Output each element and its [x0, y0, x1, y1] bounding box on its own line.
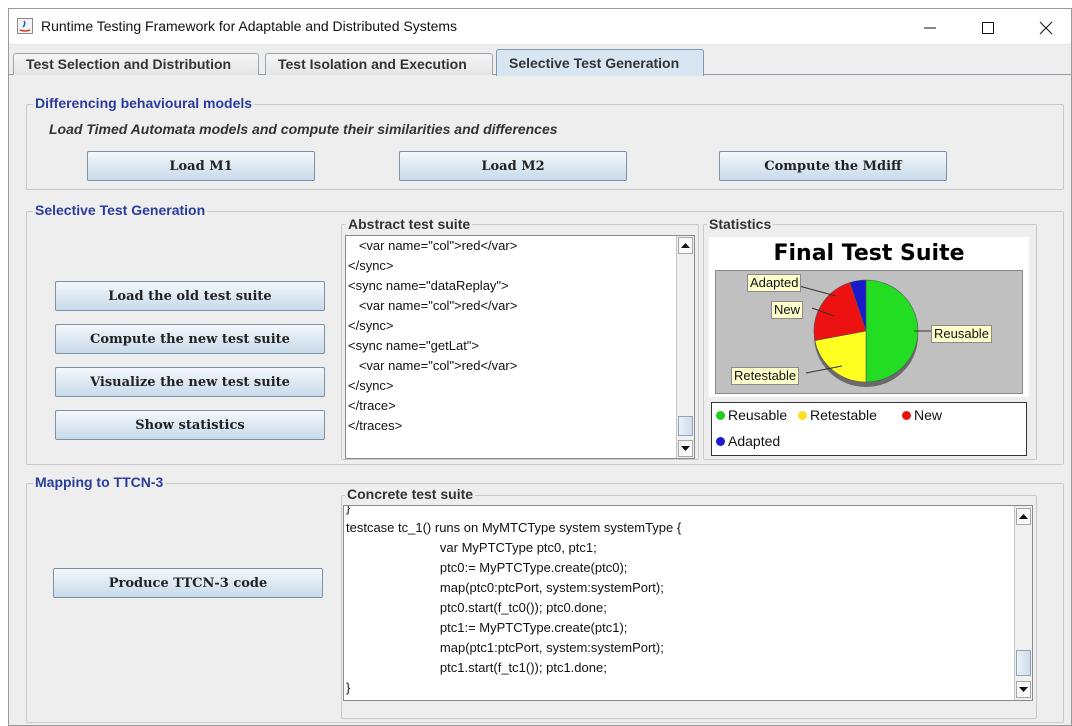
callout-reusable: Reusable — [931, 325, 992, 343]
abstract-line: </sync> — [348, 258, 394, 273]
scroll-up-button[interactable] — [678, 237, 693, 254]
legend-dot-adapted — [716, 437, 725, 446]
scroll-thumb[interactable] — [678, 416, 693, 436]
code-line: } — [346, 680, 351, 695]
legend-label-retestable: Retestable — [810, 407, 877, 423]
code-line: } — [346, 505, 351, 515]
abstract-suite-textarea[interactable]: <var name="col">red</var> </sync> <sync … — [345, 235, 695, 459]
close-icon — [1039, 21, 1053, 35]
load-old-test-suite-button[interactable]: Load the old test suite — [55, 281, 325, 311]
concrete-scrollbar[interactable] — [1014, 506, 1032, 700]
chart-legend: Reusable Retestable New Adapted — [711, 402, 1027, 456]
code-line: var MyPTCType ptc0, ptc1; — [346, 540, 597, 555]
legend-dot-retestable — [798, 411, 807, 420]
tab-test-selection[interactable]: Test Selection and Distribution — [13, 53, 259, 75]
legend-dot-new — [902, 411, 911, 420]
concrete-suite-textarea[interactable]: } testcase tc_1() runs on MyMTCType syst… — [343, 505, 1033, 701]
concrete-suite-title: Concrete test suite — [345, 486, 476, 502]
callout-adapted: Adapted — [747, 274, 802, 292]
legend-label-new: New — [914, 407, 943, 423]
main-window: Runtime Testing Framework for Adaptable … — [8, 8, 1072, 726]
tab-test-isolation[interactable]: Test Isolation and Execution — [265, 53, 493, 75]
window-title: Runtime Testing Framework for Adaptable … — [41, 18, 458, 34]
tab-bar: Test Selection and Distribution Test Iso… — [9, 45, 1071, 76]
compute-new-test-suite-button[interactable]: Compute the new test suite — [55, 324, 325, 354]
scroll-down-button[interactable] — [678, 440, 693, 457]
close-button[interactable] — [1023, 9, 1069, 43]
title-bar: Runtime Testing Framework for Adaptable … — [9, 9, 1071, 45]
callout-new: New — [771, 301, 804, 319]
differencing-panel-title: Differencing behavioural models — [33, 95, 255, 111]
code-line: testcase tc_1() runs on MyMTCType system… — [346, 520, 682, 535]
abstract-suite-title: Abstract test suite — [346, 216, 473, 232]
load-m1-button[interactable]: Load M1 — [87, 151, 315, 181]
abstract-line: <var name="col">red</var> — [348, 358, 518, 373]
legend-item-new: New — [902, 407, 942, 423]
legend-item-reusable: Reusable — [716, 407, 787, 423]
callout-retestable: Retestable — [731, 367, 800, 385]
abstract-line: </trace> — [348, 398, 396, 413]
abstract-line: </sync> — [348, 318, 394, 333]
differencing-subtitle: Load Timed Automata models and compute t… — [49, 121, 558, 137]
maximize-button[interactable] — [965, 9, 1011, 43]
legend-label-reusable: Reusable — [728, 407, 788, 423]
visualize-new-test-suite-button[interactable]: Visualize the new test suite — [55, 367, 325, 397]
ttcn-panel-title: Mapping to TTCN-3 — [33, 474, 166, 490]
scroll-up-button[interactable] — [1016, 508, 1031, 525]
code-line: map(ptc0:ptcPort, system:systemPort); — [346, 580, 664, 595]
arrow-up-icon — [681, 243, 690, 248]
produce-ttcn3-code-button[interactable]: Produce TTCN-3 code — [53, 568, 323, 598]
scroll-down-button[interactable] — [1016, 681, 1031, 698]
abstract-line: <sync name="getLat"> — [348, 338, 480, 353]
pie-slice-reusable — [865, 279, 919, 383]
code-line: ptc1.start(f_tc1()); ptc1.done; — [346, 660, 607, 675]
chart-title: Final Test Suite — [773, 241, 965, 266]
legend-item-retestable: Retestable — [798, 407, 877, 423]
java-app-icon — [17, 18, 33, 34]
legend-dot-reusable — [716, 411, 725, 420]
selective-panel-title: Selective Test Generation — [33, 202, 208, 218]
statistics-chart: Final Test Suite Adapted New Reusable Re… — [709, 237, 1029, 397]
code-line: ptc1:= MyPTCType.create(ptc1); — [346, 620, 628, 635]
tab-selective-generation[interactable]: Selective Test Generation — [496, 49, 704, 76]
minimize-button[interactable] — [907, 9, 953, 43]
code-line: ptc0.start(f_tc0()); ptc0.done; — [346, 600, 607, 615]
abstract-line: </traces> — [348, 418, 403, 433]
arrow-down-icon — [681, 446, 690, 451]
arrow-down-icon — [1019, 687, 1028, 692]
statistics-title: Statistics — [707, 216, 774, 232]
load-m2-button[interactable]: Load M2 — [399, 151, 627, 181]
code-line: map(ptc1:ptcPort, system:systemPort); — [346, 640, 664, 655]
minimize-icon — [924, 27, 936, 29]
maximize-icon — [982, 22, 994, 34]
scroll-thumb[interactable] — [1016, 650, 1031, 676]
abstract-line: <var name="col">red</var> — [348, 238, 518, 253]
legend-item-adapted: Adapted — [716, 433, 780, 449]
abstract-line: <var name="col">red</var> — [348, 298, 518, 313]
abstract-line: <sync name="dataReplay"> — [348, 278, 509, 293]
legend-label-adapted: Adapted — [728, 433, 781, 449]
abstract-line: </sync> — [348, 378, 394, 393]
show-statistics-button[interactable]: Show statistics — [55, 410, 325, 440]
compute-mdiff-button[interactable]: Compute the Mdiff — [719, 151, 947, 181]
code-line: ptc0:= MyPTCType.create(ptc0); — [346, 560, 628, 575]
arrow-up-icon — [1019, 514, 1028, 519]
abstract-scrollbar[interactable] — [676, 236, 694, 458]
